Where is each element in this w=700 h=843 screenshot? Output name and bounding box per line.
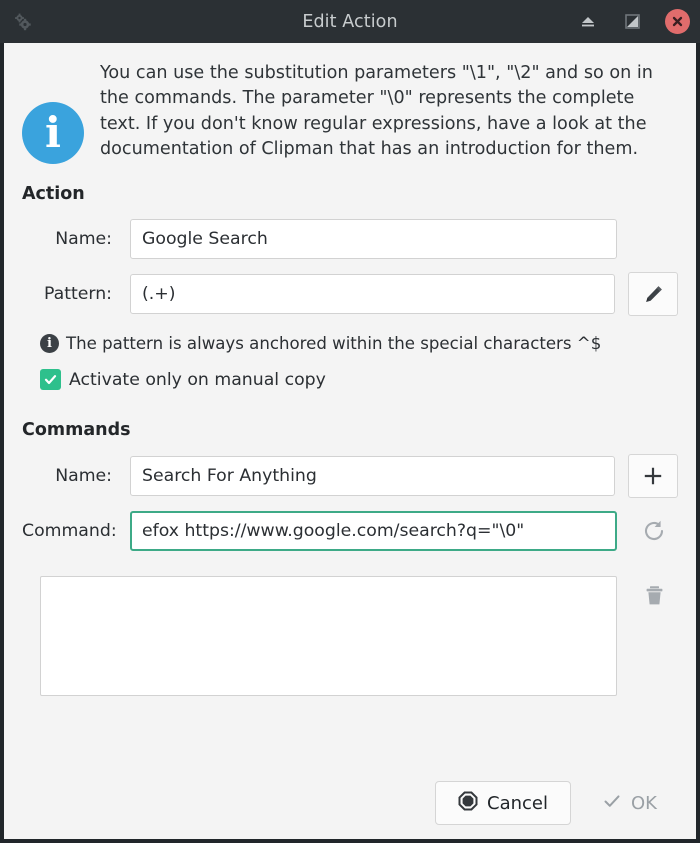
- cancel-button-label: Cancel: [487, 792, 548, 814]
- dialog-footer: Cancel OK: [4, 771, 696, 839]
- cancel-octagon-icon: [458, 791, 478, 816]
- command-name-row: Name: Search For Anything: [22, 454, 678, 498]
- command-name-label: Name:: [55, 466, 112, 486]
- commands-heading: Commands: [22, 420, 131, 440]
- plus-icon[interactable]: [628, 454, 678, 498]
- pattern-hint: i The pattern is always anchored within …: [40, 334, 678, 353]
- edit-action-window: Edit Action i You can use the substituti…: [0, 0, 700, 843]
- action-name-label: Name:: [55, 229, 112, 249]
- refresh-icon[interactable]: [630, 510, 678, 552]
- command-name-input[interactable]: Search For Anything: [130, 456, 615, 496]
- action-heading: Action: [22, 184, 85, 204]
- manual-copy-checkbox-row[interactable]: Activate only on manual copy: [40, 369, 678, 390]
- command-list[interactable]: [40, 576, 617, 696]
- command-list-row: [22, 564, 678, 696]
- command-value-input[interactable]: efox https://www.google.com/search?q="\0…: [130, 511, 617, 551]
- info-text: You can use the substitution parameters …: [100, 63, 653, 159]
- manual-copy-checkbox[interactable]: [40, 369, 61, 390]
- command-value-row: Command: efox https://www.google.com/sea…: [22, 510, 678, 552]
- info-icon: i: [22, 102, 84, 164]
- titlebar: Edit Action: [0, 0, 700, 43]
- cancel-button[interactable]: Cancel: [435, 781, 572, 825]
- info-block: i You can use the substitution parameter…: [22, 57, 678, 164]
- action-name-row: Name: Google Search: [22, 218, 678, 260]
- maximize-icon[interactable]: [621, 11, 643, 33]
- action-pattern-row: Pattern: (.+): [22, 272, 678, 316]
- check-icon: [602, 791, 622, 816]
- command-value-label: Command:: [22, 521, 117, 541]
- pattern-hint-text: The pattern is always anchored within th…: [66, 334, 602, 353]
- dialog-content: i You can use the substitution parameter…: [4, 43, 696, 771]
- action-pattern-input[interactable]: (.+): [130, 274, 615, 314]
- action-pattern-label: Pattern:: [44, 284, 112, 304]
- ok-button-label: OK: [631, 792, 657, 814]
- manual-copy-checkbox-label: Activate only on manual copy: [69, 369, 326, 390]
- shade-icon[interactable]: [577, 11, 599, 33]
- titlebar-buttons: [577, 9, 690, 34]
- gears-icon: [8, 7, 38, 37]
- info-small-icon: i: [40, 334, 59, 353]
- action-name-spacer: [630, 218, 678, 260]
- pencil-icon[interactable]: [628, 272, 678, 316]
- ok-button[interactable]: OK: [579, 781, 680, 825]
- action-name-input[interactable]: Google Search: [130, 219, 617, 259]
- close-icon[interactable]: [665, 9, 690, 34]
- trash-icon[interactable]: [630, 574, 678, 616]
